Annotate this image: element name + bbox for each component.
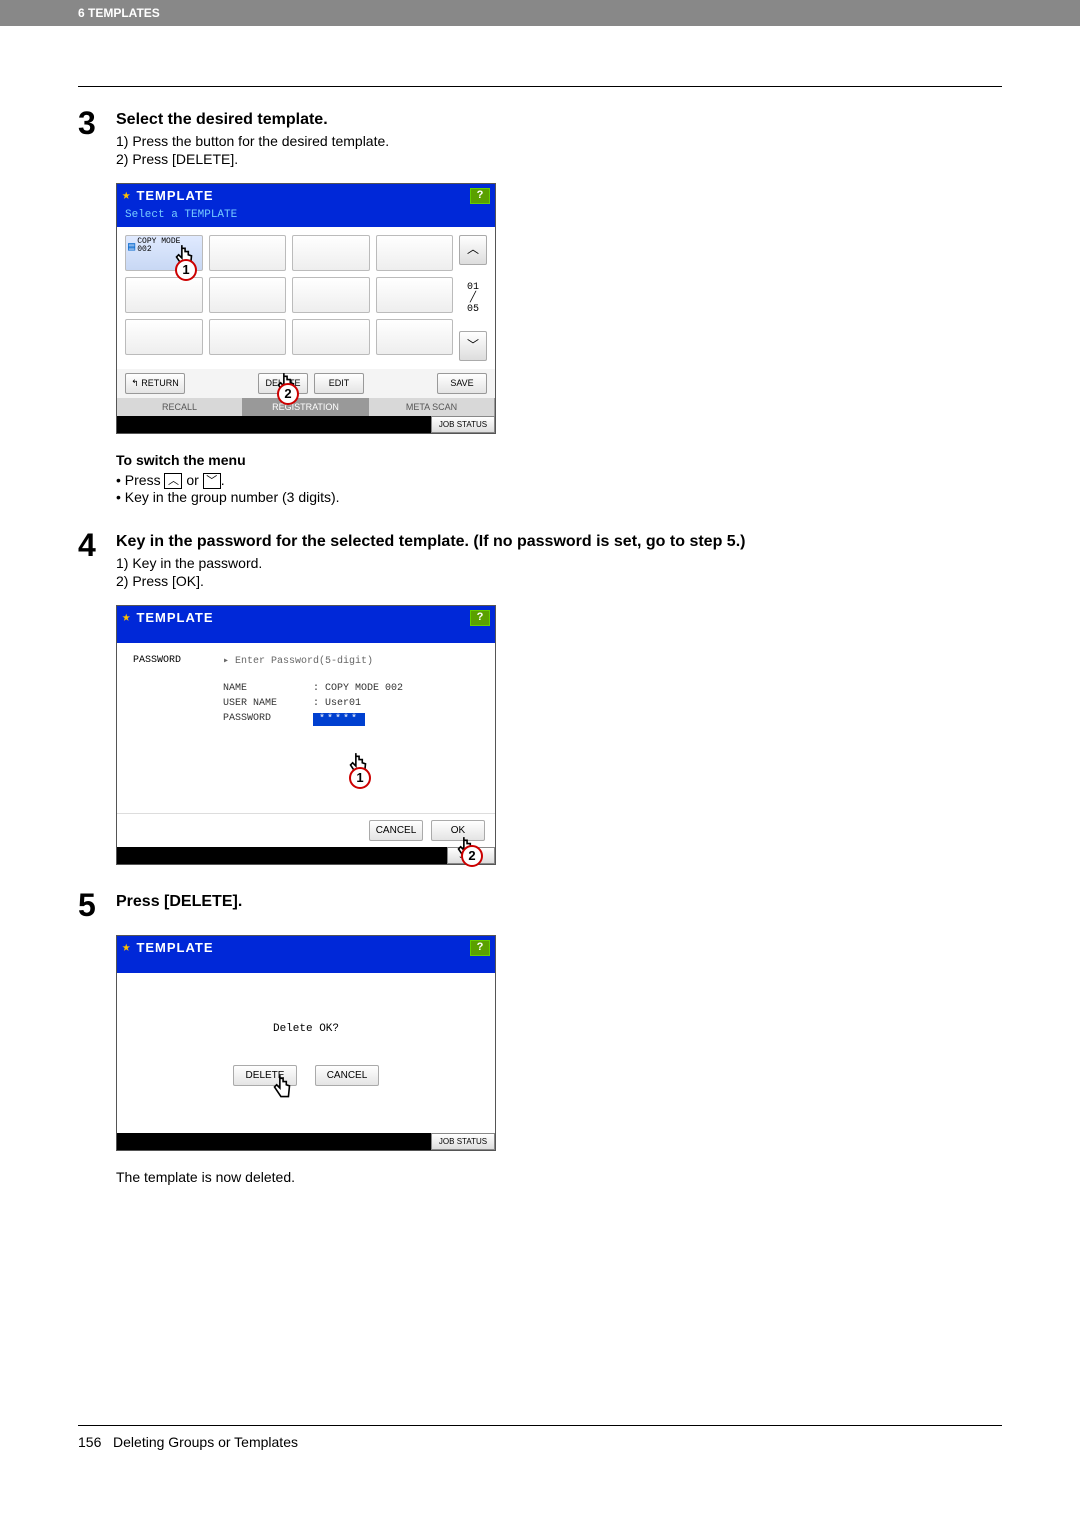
tab-metascan[interactable]: META SCAN xyxy=(369,398,495,416)
template-tile-empty[interactable] xyxy=(376,319,454,355)
template-tile-empty[interactable] xyxy=(292,235,370,271)
step-title: Key in the password for the selected tem… xyxy=(116,533,1002,551)
password-hint: ▸ Enter Password(5-digit) xyxy=(223,655,373,667)
template-tile-empty[interactable] xyxy=(125,277,203,313)
help-icon[interactable]: ? xyxy=(470,610,490,626)
step4-li1: 1) Key in the password. xyxy=(116,555,1002,571)
header-spacer xyxy=(117,959,495,973)
switch-bullet-1: Press ︿ or ﹀. xyxy=(116,472,1002,489)
page-content: 3 Select the desired template. 1) Press … xyxy=(0,26,1080,1480)
shot1-subtitle: Select a TEMPLATE xyxy=(117,207,495,227)
shot1-title: TEMPLATE xyxy=(136,188,470,203)
tab-recall[interactable]: RECALL xyxy=(117,398,243,416)
step-4: 4 Key in the password for the selected t… xyxy=(78,529,1002,591)
page-indicator: 01╱05 xyxy=(459,282,487,315)
page-number: 156 xyxy=(78,1434,101,1450)
delete-confirm-button[interactable]: DELETE xyxy=(233,1065,297,1086)
page-footer: 156 Deleting Groups or Templates xyxy=(78,1425,1002,1450)
star-icon: ★ xyxy=(122,939,130,956)
header-spacer xyxy=(117,629,495,643)
template-tile-empty[interactable] xyxy=(376,235,454,271)
tab-registration[interactable]: REGISTRATION xyxy=(243,398,369,416)
arrow-up-icon: ︿ xyxy=(164,473,182,489)
ok-button[interactable]: OK xyxy=(431,820,485,841)
template-tile-empty[interactable] xyxy=(209,277,287,313)
scroll-down-button[interactable]: ﹀ xyxy=(459,331,487,361)
chapter-header: 6 TEMPLATES xyxy=(0,0,1080,26)
step3-li2: 2) Press [DELETE]. xyxy=(116,151,1002,167)
template-tile-empty[interactable] xyxy=(292,277,370,313)
job-status-button[interactable]: JOB STATUS xyxy=(431,416,495,433)
star-icon: ★ xyxy=(122,609,130,626)
callout-1: 1 xyxy=(349,767,371,789)
step-title: Select the desired template. xyxy=(116,111,1002,129)
password-input[interactable]: ***** xyxy=(313,713,365,726)
template-tile-empty[interactable] xyxy=(292,319,370,355)
cancel-button[interactable]: CANCEL xyxy=(315,1065,379,1086)
username-value: : User01 xyxy=(313,698,361,709)
step-number: 4 xyxy=(78,529,116,591)
step4-li2: 2) Press [OK]. xyxy=(116,573,1002,589)
screenshot-password: ★ TEMPLATE ? PASSWORD ▸ Enter Password(5… xyxy=(116,605,496,865)
return-button[interactable]: ↰ RETURN xyxy=(125,373,185,394)
step-5: 5 Press [DELETE]. xyxy=(78,889,1002,921)
scroll-up-button[interactable]: ︿ xyxy=(459,235,487,265)
step-3: 3 Select the desired template. 1) Press … xyxy=(78,107,1002,169)
callout-2: 2 xyxy=(277,383,299,405)
password-field-label: PASSWORD xyxy=(223,713,313,726)
help-icon[interactable]: ? xyxy=(470,940,490,956)
shot2-title: TEMPLATE xyxy=(136,610,470,625)
edit-button[interactable]: EDIT xyxy=(314,373,364,394)
star-icon: ★ xyxy=(122,187,130,204)
step-number: 5 xyxy=(78,889,116,921)
password-label: PASSWORD xyxy=(133,655,223,667)
switch-heading: To switch the menu xyxy=(116,452,1002,468)
name-label: NAME xyxy=(223,683,313,694)
template-tile-empty[interactable] xyxy=(376,277,454,313)
switch-bullet-2: Key in the group number (3 digits). xyxy=(116,489,1002,505)
arrow-down-icon: ﹀ xyxy=(203,473,221,489)
shot3-title: TEMPLATE xyxy=(136,940,470,955)
step-number: 3 xyxy=(78,107,116,169)
screenshot-delete-confirm: ★ TEMPLATE ? Delete OK? DELETE CANCEL JO… xyxy=(116,935,496,1151)
username-label: USER NAME xyxy=(223,698,313,709)
step3-li1: 1) Press the button for the desired temp… xyxy=(116,133,1002,149)
job-status-button[interactable]: JOB STATUS xyxy=(431,1133,495,1150)
doc-icon: ▤ xyxy=(128,239,135,254)
delete-question: Delete OK? xyxy=(133,1023,479,1035)
name-value: : COPY MODE 002 xyxy=(313,683,403,694)
result-text: The template is now deleted. xyxy=(116,1169,1002,1185)
top-rule xyxy=(78,86,1002,87)
callout-1: 1 xyxy=(175,259,197,281)
save-button[interactable]: SAVE xyxy=(437,373,487,394)
step-title: Press [DELETE]. xyxy=(116,893,1002,911)
help-icon[interactable]: ? xyxy=(470,188,490,204)
template-tile-empty[interactable] xyxy=(209,235,287,271)
template-tile-empty[interactable] xyxy=(125,319,203,355)
screenshot-template-select: ★ TEMPLATE ? Select a TEMPLATE ▤ COPY MO… xyxy=(116,183,496,434)
tile-l2: 002 xyxy=(137,245,151,254)
cancel-button[interactable]: CANCEL xyxy=(369,820,423,841)
footer-title: Deleting Groups or Templates xyxy=(113,1434,298,1450)
template-tile-empty[interactable] xyxy=(209,319,287,355)
